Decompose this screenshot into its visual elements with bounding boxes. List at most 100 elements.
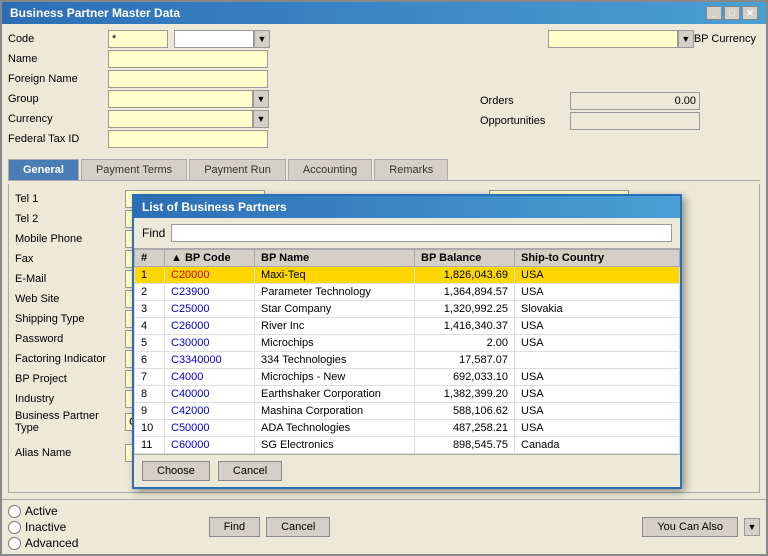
tab-payment-run[interactable]: Payment Run — [189, 159, 286, 180]
federal-tax-label: Federal Tax ID — [8, 133, 108, 145]
tab-remarks[interactable]: Remarks — [374, 159, 448, 180]
popup-find-row: Find — [134, 218, 680, 249]
maximize-button[interactable]: □ — [724, 6, 740, 20]
cell-name: River Inc — [255, 318, 415, 335]
table-row[interactable]: 6 C3340000 334 Technologies 17,587.07 — [135, 352, 680, 369]
code-dropdown-icon[interactable]: ▼ — [254, 30, 270, 48]
tab-general[interactable]: General — [8, 159, 79, 180]
cell-name: Microchips — [255, 335, 415, 352]
table-row[interactable]: 5 C30000 Microchips 2.00 USA — [135, 335, 680, 352]
cell-balance: 898,545.75 — [415, 437, 515, 454]
tab-accounting[interactable]: Accounting — [288, 159, 372, 180]
cell-num: 5 — [135, 335, 165, 352]
popup-title: List of Business Partners — [134, 196, 680, 218]
radio-advanced[interactable]: Advanced — [8, 536, 78, 550]
you-can-also-button[interactable]: You Can Also — [642, 517, 738, 537]
you-can-also-dropdown-icon[interactable]: ▼ — [744, 518, 760, 536]
cell-country: USA — [515, 284, 680, 301]
left-top-fields: Code ▼ Name Foreign Name — [8, 30, 470, 150]
cell-code: C30000 — [165, 335, 255, 352]
name-input[interactable] — [108, 50, 268, 68]
industry-label: Industry — [15, 393, 125, 405]
col-bp-balance[interactable]: BP Balance — [415, 250, 515, 267]
orders-label: Orders — [480, 95, 570, 107]
cell-num: 9 — [135, 403, 165, 420]
cell-country: USA — [515, 420, 680, 437]
popup-find-input[interactable] — [171, 224, 672, 242]
cell-name: Microchips - New — [255, 369, 415, 386]
currency-label: Currency — [8, 113, 108, 125]
col-bp-code[interactable]: ▲ BP Code — [165, 250, 255, 267]
popup-table: # ▲ BP Code BP Name BP Balance Ship-to C… — [134, 249, 680, 454]
factoring-label: Factoring Indicator — [15, 353, 125, 365]
table-row[interactable]: 8 C40000 Earthshaker Corporation 1,382,3… — [135, 386, 680, 403]
cell-code: C3340000 — [165, 352, 255, 369]
bp-currency-dropdown-icon[interactable]: ▼ — [678, 30, 694, 48]
radio-active[interactable]: Active — [8, 504, 78, 518]
popup-buttons: Choose Cancel — [134, 454, 680, 487]
cell-country: USA — [515, 386, 680, 403]
currency-dropdown-icon[interactable]: ▼ — [253, 110, 269, 128]
group-dropdown-icon[interactable]: ▼ — [253, 90, 269, 108]
table-row[interactable]: 7 C4000 Microchips - New 692,033.10 USA — [135, 369, 680, 386]
password-label: Password — [15, 333, 125, 345]
cell-num: 8 — [135, 386, 165, 403]
cell-country: USA — [515, 318, 680, 335]
cell-balance: 692,033.10 — [415, 369, 515, 386]
table-row[interactable]: 11 C60000 SG Electronics 898,545.75 Cana… — [135, 437, 680, 454]
bp-currency-input[interactable] — [548, 30, 678, 48]
fax-label: Fax — [15, 253, 125, 265]
radio-advanced-input[interactable] — [8, 537, 21, 550]
cell-country: USA — [515, 369, 680, 386]
choose-button[interactable]: Choose — [142, 461, 210, 481]
cell-country: USA — [515, 403, 680, 420]
col-num[interactable]: # — [135, 250, 165, 267]
table-row[interactable]: 3 C25000 Star Company 1,320,992.25 Slova… — [135, 301, 680, 318]
radio-inactive-input[interactable] — [8, 521, 21, 534]
tab-payment-terms[interactable]: Payment Terms — [81, 159, 187, 180]
cell-code: C4000 — [165, 369, 255, 386]
table-row[interactable]: 1 C20000 Maxi-Teq 1,826,043.69 USA — [135, 267, 680, 284]
cancel-button[interactable]: Cancel — [266, 517, 330, 537]
title-bar: Business Partner Master Data _ □ ✕ — [2, 2, 766, 24]
minimize-button[interactable]: _ — [706, 6, 722, 20]
shipping-label: Shipping Type — [15, 313, 125, 325]
popup-cancel-button[interactable]: Cancel — [218, 461, 282, 481]
popup-table-body: 1 C20000 Maxi-Teq 1,826,043.69 USA 2 C23… — [135, 267, 680, 454]
foreign-name-input[interactable] — [108, 70, 268, 88]
cell-name: 334 Technologies — [255, 352, 415, 369]
group-input[interactable] — [108, 90, 253, 108]
cell-name: SG Electronics — [255, 437, 415, 454]
bottom-bar: Active Inactive Advanced Find Cancel You… — [2, 499, 766, 554]
cell-name: Parameter Technology — [255, 284, 415, 301]
cell-balance: 1,826,043.69 — [415, 267, 515, 284]
code-secondary-input[interactable] — [174, 30, 254, 48]
top-section: Code ▼ Name Foreign Name — [8, 30, 760, 150]
col-bp-name[interactable]: BP Name — [255, 250, 415, 267]
window-title: Business Partner Master Data — [10, 6, 180, 20]
cell-name: ADA Technologies — [255, 420, 415, 437]
table-row[interactable]: 4 C26000 River Inc 1,416,340.37 USA — [135, 318, 680, 335]
close-button[interactable]: ✕ — [742, 6, 758, 20]
table-row[interactable]: 9 C42000 Mashina Corporation 588,106.62 … — [135, 403, 680, 420]
tel2-label: Tel 2 — [15, 213, 125, 225]
bp-currency-row: ▼ BP Currency — [480, 30, 760, 48]
code-input[interactable] — [108, 30, 168, 48]
currency-input[interactable] — [108, 110, 253, 128]
cell-name: Star Company — [255, 301, 415, 318]
federal-tax-row: Federal Tax ID — [8, 130, 470, 148]
mobile-label: Mobile Phone — [15, 233, 125, 245]
table-row[interactable]: 2 C23900 Parameter Technology 1,364,894.… — [135, 284, 680, 301]
radio-active-input[interactable] — [8, 505, 21, 518]
radio-inactive-label: Inactive — [25, 520, 66, 534]
cell-num: 3 — [135, 301, 165, 318]
radio-inactive[interactable]: Inactive — [8, 520, 78, 534]
find-button[interactable]: Find — [209, 517, 260, 537]
cell-country: USA — [515, 335, 680, 352]
table-row[interactable]: 10 C50000 ADA Technologies 487,258.21 US… — [135, 420, 680, 437]
federal-tax-input[interactable] — [108, 130, 268, 148]
col-ship-country[interactable]: Ship-to Country — [515, 250, 680, 267]
title-controls: _ □ ✕ — [706, 6, 758, 20]
orders-input — [570, 92, 700, 110]
radio-advanced-label: Advanced — [25, 536, 78, 550]
